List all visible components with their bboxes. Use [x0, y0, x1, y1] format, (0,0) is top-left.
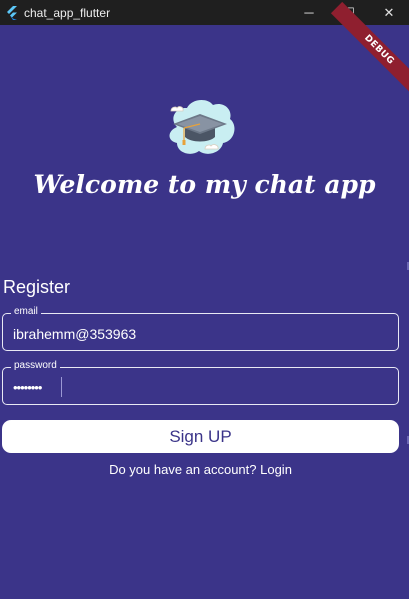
- graduation-cap-logo-icon: [163, 97, 238, 159]
- email-label: email: [11, 306, 41, 317]
- register-title: Register: [3, 277, 71, 297]
- minimize-button[interactable]: ─: [289, 0, 329, 25]
- app-window: chat_app_flutter ─ ☐ ✕ DEBUG Welcome to …: [0, 0, 409, 599]
- email-value[interactable]: ibrahemm@353963: [13, 326, 136, 342]
- login-link[interactable]: Do you have an account? Login: [0, 462, 401, 477]
- text-caret: [61, 377, 62, 397]
- close-button[interactable]: ✕: [369, 0, 409, 25]
- flutter-icon: [4, 5, 20, 21]
- password-label: password: [11, 360, 60, 371]
- password-value[interactable]: ••••••••: [13, 380, 42, 395]
- window-title: chat_app_flutter: [24, 5, 111, 20]
- email-field[interactable]: email ibrahemm@353963: [2, 306, 399, 351]
- password-field[interactable]: password ••••••••: [2, 360, 399, 405]
- sign-up-button[interactable]: Sign UP: [2, 420, 399, 453]
- welcome-heading: Welcome to my chat app: [33, 170, 376, 199]
